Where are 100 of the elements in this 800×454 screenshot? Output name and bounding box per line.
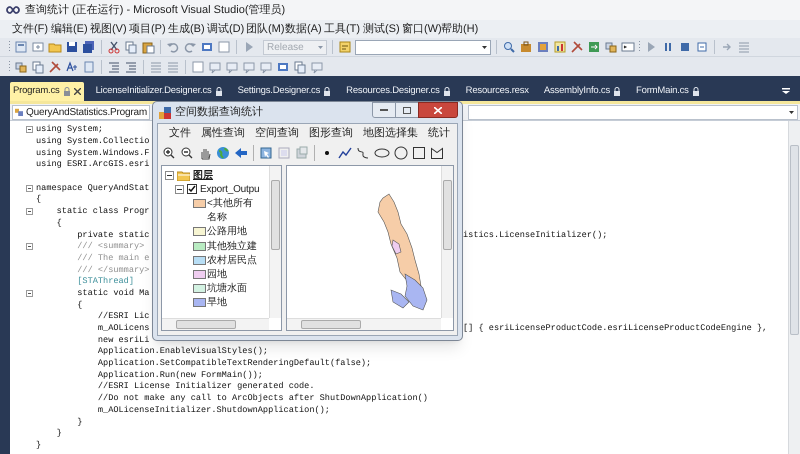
code-line: Application.SetCompatibleTextRenderingDefault(false); <box>96 358 372 370</box>
save-icon[interactable] <box>65 40 79 54</box>
scrollbar-thumb[interactable] <box>443 180 452 250</box>
collapse-icon[interactable] <box>26 184 33 192</box>
save-all-icon[interactable] <box>82 40 96 54</box>
comment-icon[interactable] <box>225 60 239 74</box>
close-button[interactable] <box>418 102 458 118</box>
scrollbar-thumb[interactable] <box>271 180 280 250</box>
indent-icon[interactable] <box>107 60 121 74</box>
chart-icon[interactable] <box>553 40 567 54</box>
minimize-button[interactable] <box>372 102 396 118</box>
rectangle-icon[interactable] <box>412 146 426 160</box>
editor-tab[interactable]: Resources.Designer.cs <box>343 82 454 101</box>
redo-icon[interactable] <box>183 40 197 54</box>
code-line: [] { esriLicenseProductCode.esriLicenseProductCodeEngine }, <box>463 323 768 334</box>
menu-item[interactable]: 文件 <box>169 125 191 142</box>
editor-tab[interactable]: FormMain.cs <box>633 82 703 101</box>
code-line: } <box>76 416 82 428</box>
layer-label[interactable]: Export_Outpu <box>200 182 260 197</box>
indent-icon[interactable] <box>124 60 138 74</box>
tab-list-dropdown-icon[interactable] <box>782 88 790 94</box>
stop-icon[interactable] <box>678 40 692 54</box>
menu-item[interactable]: 工具(T) <box>322 20 360 38</box>
menu-item[interactable]: 测试(S) <box>361 20 399 38</box>
command-window-icon[interactable] <box>621 40 635 54</box>
code-line: private static <box>76 230 150 241</box>
collapse-icon[interactable] <box>165 170 174 180</box>
collapse-icon[interactable] <box>26 290 33 297</box>
copy-icon[interactable] <box>293 60 307 74</box>
collapse-icon[interactable] <box>26 126 33 134</box>
polygon-icon[interactable] <box>430 146 444 160</box>
comment-icon[interactable] <box>259 60 273 74</box>
horizontal-scrollbar[interactable] <box>287 318 441 330</box>
tools-icon[interactable] <box>570 40 584 54</box>
cut-icon[interactable] <box>107 40 121 54</box>
dropdown-caret-icon <box>789 110 794 114</box>
menu-item[interactable]: 项目(P) <box>127 20 165 38</box>
horizontal-scrollbar[interactable] <box>162 318 269 330</box>
editor-tab[interactable]: LicenseInitializer.Designer.cs <box>92 82 226 101</box>
zoom-out-icon[interactable] <box>180 146 194 160</box>
scrollbar-thumb[interactable] <box>301 320 361 329</box>
lines-icon[interactable] <box>166 60 180 74</box>
lock-icon <box>692 87 700 96</box>
menu-item[interactable]: 属性查询 <box>201 125 245 142</box>
editor-tab[interactable]: AssemblyInfo.cs <box>540 82 624 101</box>
vertical-scrollbar[interactable] <box>788 121 800 454</box>
ellipse-icon[interactable] <box>374 146 390 160</box>
vertical-scrollbar[interactable] <box>269 166 281 318</box>
menu-item[interactable]: 文件(F) <box>10 20 48 38</box>
new-project-icon[interactable] <box>14 40 28 54</box>
menu-item[interactable]: 生成(B) <box>166 20 204 38</box>
find-icon[interactable] <box>502 40 516 54</box>
type-selector-dropdown[interactable]: QueryAndStatistics.Program <box>12 104 150 120</box>
collapse-icon[interactable] <box>26 208 33 216</box>
menu-item[interactable]: 数据(A) <box>283 20 321 38</box>
collapse-icon[interactable] <box>26 243 33 250</box>
circle-icon[interactable] <box>394 146 408 160</box>
menu-item[interactable]: 图形查询 <box>309 125 353 142</box>
menu-item[interactable]: 统计 <box>428 125 450 142</box>
window-icon[interactable] <box>191 60 205 74</box>
paste-icon[interactable] <box>141 40 155 54</box>
copy-icon[interactable] <box>124 40 138 54</box>
polyline-icon[interactable] <box>338 146 352 160</box>
comment-icon[interactable] <box>310 60 324 74</box>
editor-tab[interactable]: Resources.resx <box>462 82 532 101</box>
layer-group-label[interactable]: 图层 <box>193 168 213 183</box>
copy-icon[interactable] <box>31 60 45 74</box>
lines-icon[interactable] <box>149 60 163 74</box>
add-item-icon[interactable] <box>31 40 45 54</box>
back-arrow-icon[interactable] <box>234 146 248 160</box>
undo-icon[interactable] <box>166 40 180 54</box>
menu-item[interactable]: 调试(D) <box>205 20 243 38</box>
zoom-in-icon[interactable] <box>162 146 176 160</box>
scrollbar-thumb[interactable] <box>790 145 799 335</box>
close-icon[interactable] <box>74 88 81 95</box>
comment-icon[interactable] <box>208 60 222 74</box>
window-icon[interactable] <box>217 40 231 54</box>
scrollbar-thumb[interactable] <box>176 320 236 329</box>
menu-item[interactable]: 空间查询 <box>255 125 299 142</box>
comment-icon[interactable] <box>242 60 256 74</box>
vertical-scrollbar[interactable] <box>441 166 453 318</box>
lines-icon[interactable] <box>737 40 751 54</box>
menu-item[interactable]: 编辑(E) <box>49 20 87 38</box>
editor-tab[interactable]: Settings.Designer.cs <box>234 82 334 101</box>
menu-item[interactable]: 地图选择集 <box>363 125 418 142</box>
editor-tab[interactable]: Program.cs <box>10 82 84 101</box>
collapse-icon[interactable] <box>175 184 184 194</box>
curve-icon[interactable] <box>356 146 370 160</box>
search-combo-field[interactable] <box>355 40 491 54</box>
export-icon[interactable] <box>587 40 601 54</box>
tools-icon[interactable] <box>48 60 62 74</box>
code-line: Application.EnableVisualStyles(); <box>96 346 268 358</box>
menu-item[interactable]: 视图(V) <box>88 20 126 38</box>
toolbox-icon[interactable] <box>519 40 533 54</box>
properties-icon[interactable] <box>338 40 352 54</box>
maximize-button[interactable] <box>396 102 418 118</box>
checkbox[interactable] <box>187 184 197 194</box>
select-features-icon[interactable] <box>259 146 273 160</box>
menu-item[interactable]: 团队(M) <box>244 20 282 38</box>
font-size-icon[interactable] <box>65 60 79 74</box>
